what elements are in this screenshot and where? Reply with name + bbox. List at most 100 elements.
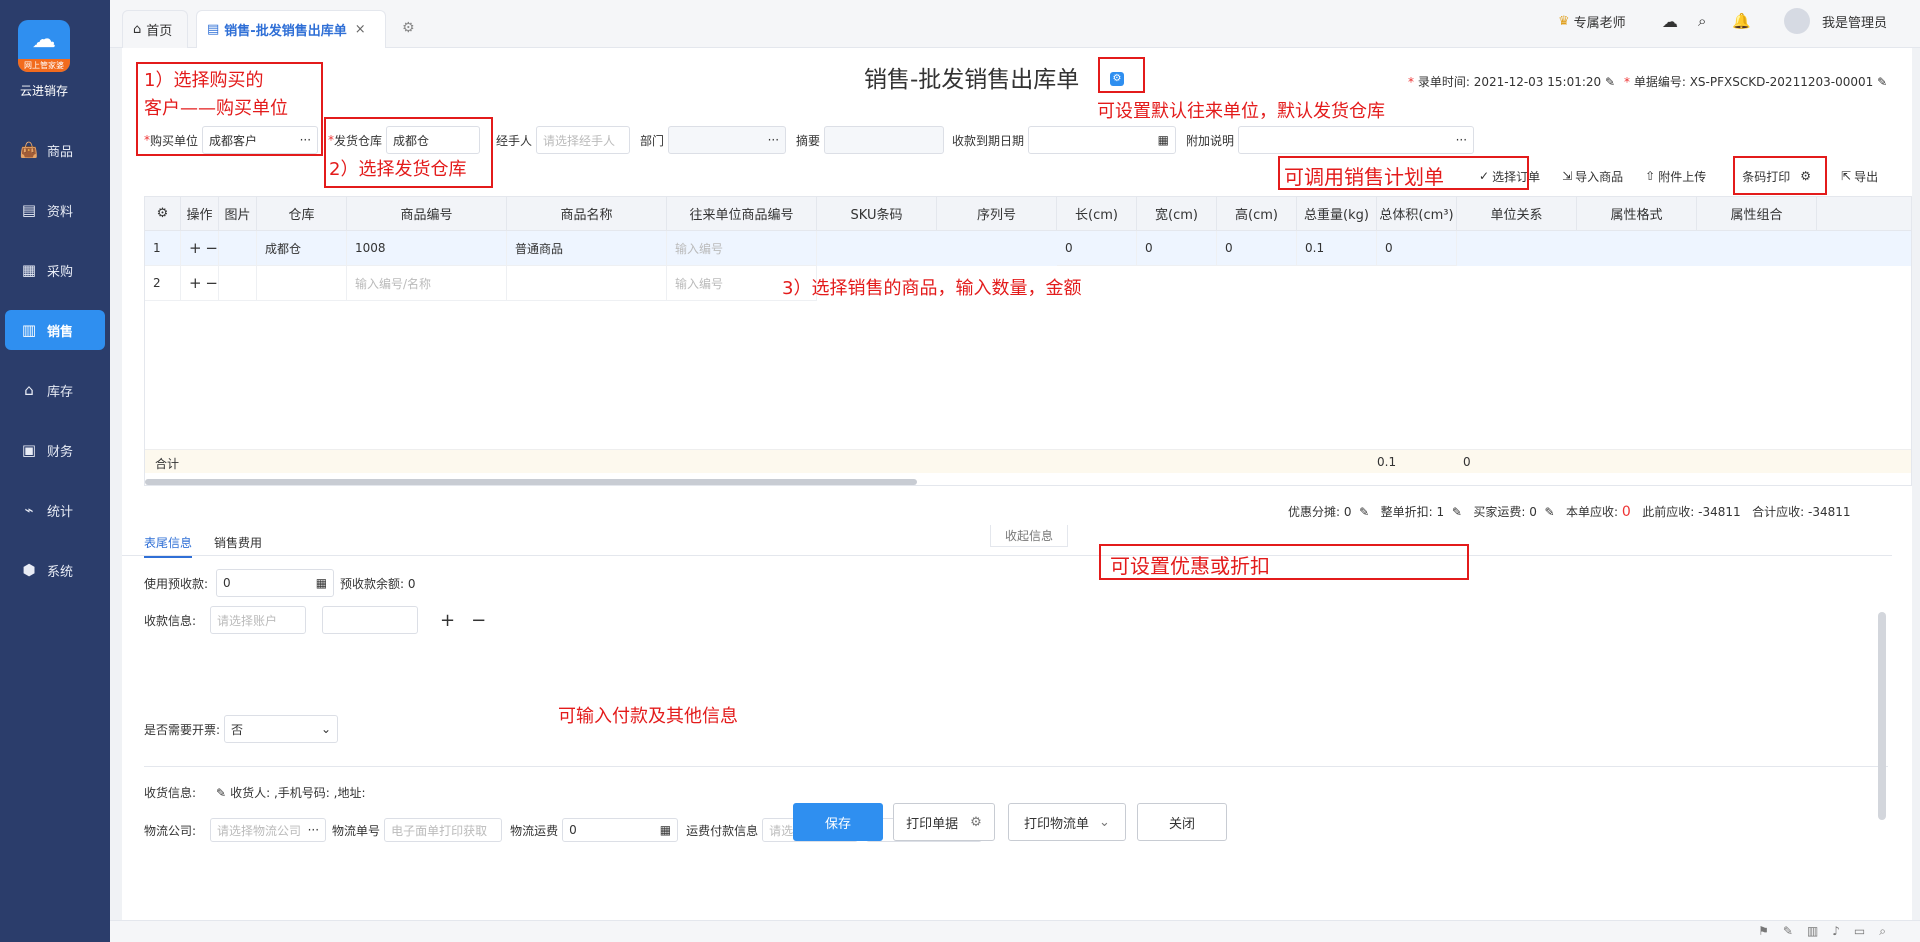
invoice-label: 是否需要开票: bbox=[144, 722, 221, 737]
cell-len[interactable]: 0 bbox=[1057, 231, 1137, 266]
more-icon[interactable]: ··· bbox=[768, 133, 779, 147]
brand-name: 云进销存 bbox=[19, 84, 68, 98]
column-header: 属性组合 bbox=[1697, 197, 1817, 231]
sidebar-item-label: 库存 bbox=[47, 384, 74, 400]
teacher-link[interactable]: ♛ 专属老师 bbox=[1558, 12, 1626, 31]
image-cell[interactable] bbox=[219, 266, 257, 301]
tab-footer-info[interactable]: 表尾信息 bbox=[144, 534, 193, 558]
edit-icon[interactable]: ✎ bbox=[1452, 505, 1462, 519]
user-name[interactable]: 我是管理员 bbox=[1822, 12, 1887, 31]
save-button[interactable]: 保存 bbox=[793, 803, 883, 841]
close-button[interactable]: 关闭 bbox=[1137, 803, 1227, 841]
edit-icon[interactable]: ✎ bbox=[1605, 75, 1615, 89]
sidebar-item-6[interactable]: ⌁ 统计 bbox=[5, 490, 105, 530]
sidebar-item-2[interactable]: ▦ 采购 bbox=[5, 250, 105, 290]
sidebar-item-0[interactable]: 👜 商品 bbox=[5, 130, 105, 170]
column-header: 单位关系 bbox=[1457, 197, 1577, 231]
handler-label: 经手人 bbox=[496, 133, 533, 148]
sidebar-item-1[interactable]: ▤ 资料 bbox=[5, 190, 105, 230]
cloud-download-icon[interactable]: ☁ bbox=[1662, 12, 1678, 31]
remove-icon[interactable]: − bbox=[471, 610, 486, 631]
due-date-input[interactable]: ▦ bbox=[1028, 126, 1177, 154]
edit-icon[interactable]: ✎ bbox=[1545, 505, 1555, 519]
receipt-amount-input[interactable] bbox=[322, 606, 419, 634]
more-icon[interactable]: ··· bbox=[1456, 133, 1467, 147]
sidebar-item-7[interactable]: ⬢ 系统 bbox=[5, 550, 105, 590]
cell-weight[interactable]: 0.1 bbox=[1297, 231, 1377, 266]
tab-home-label: 首页 bbox=[146, 24, 173, 39]
lower-tabs: 表尾信息 销售费用 收起信息 bbox=[122, 525, 1892, 558]
calculator-icon[interactable]: ▦ bbox=[316, 576, 327, 590]
tab-home[interactable]: ⌂ 首页 bbox=[122, 10, 188, 48]
edit-icon[interactable]: ✎ bbox=[1877, 75, 1887, 89]
cell-code[interactable]: 1008 bbox=[347, 231, 507, 266]
row-actions: + − bbox=[181, 231, 219, 266]
search-icon[interactable]: ⌕ bbox=[1698, 12, 1706, 30]
sidebar-item-3[interactable]: ▥ 销售 bbox=[5, 310, 105, 350]
account-select[interactable]: 请选择账户 bbox=[210, 606, 307, 634]
horizontal-scrollbar[interactable] bbox=[145, 479, 917, 485]
close-tab-icon[interactable]: × bbox=[355, 22, 366, 37]
image-cell[interactable] bbox=[219, 231, 257, 266]
cell-wid[interactable]: 0 bbox=[1137, 231, 1217, 266]
tab-current-label: 销售-批发销售出库单 bbox=[224, 24, 347, 39]
tab-sales-expense[interactable]: 销售费用 bbox=[214, 534, 262, 551]
remove-row-icon[interactable]: − bbox=[205, 239, 218, 257]
waybill-input[interactable]: 电子面单打印获取 bbox=[384, 818, 503, 842]
cell-name[interactable] bbox=[507, 266, 667, 301]
collapse-button[interactable]: 收起信息 bbox=[990, 525, 1069, 547]
export-button[interactable]: ⇱ 导出 bbox=[1841, 168, 1878, 185]
print-button[interactable]: 打印单据 ⚙ bbox=[893, 803, 995, 841]
fee-input[interactable]: 0 ▦ bbox=[562, 818, 679, 842]
cell-warehouse[interactable]: 成都仓 bbox=[257, 231, 347, 266]
logistics-placeholder: 请选择物流公司 bbox=[217, 823, 302, 838]
freight-value: 0 bbox=[1529, 504, 1537, 519]
annotation-text-6: 可设置优惠或折扣 bbox=[1110, 554, 1270, 578]
vertical-scrollbar[interactable] bbox=[1878, 612, 1886, 820]
cell-hei[interactable]: 0 bbox=[1217, 231, 1297, 266]
edit-icon[interactable]: ✎ bbox=[216, 786, 226, 800]
logistics-input[interactable]: 请选择物流公司 ··· bbox=[210, 818, 327, 842]
add-icon[interactable]: + bbox=[440, 610, 455, 631]
add-row-icon[interactable]: + bbox=[189, 274, 202, 292]
calculator-icon[interactable]: ▦ bbox=[660, 823, 671, 837]
doc-number: * 单据编号: XS-PFXSCKD-20211203-00001 ✎ bbox=[1624, 75, 1888, 89]
gear-icon[interactable]: ⚙ bbox=[970, 815, 982, 830]
extra-field: 附加说明 ··· bbox=[1186, 126, 1475, 154]
invoice-select[interactable]: 否 ⌄ bbox=[224, 715, 339, 743]
column-header: 仓库 bbox=[257, 197, 347, 231]
tab-current[interactable]: ▤ 销售-批发销售出库单 × bbox=[196, 10, 386, 48]
attach-button[interactable]: ⇧ 附件上传 bbox=[1645, 168, 1706, 185]
cell-partner-code[interactable]: 输入编号 bbox=[667, 231, 817, 266]
add-row-icon[interactable]: + bbox=[189, 239, 202, 257]
remove-row-icon[interactable]: − bbox=[205, 274, 218, 292]
summary-input[interactable] bbox=[824, 126, 945, 154]
annotation-text-7: 可输入付款及其他信息 bbox=[558, 706, 738, 727]
sidebar-item-4[interactable]: ⌂ 库存 bbox=[5, 370, 105, 410]
more-icon[interactable]: ··· bbox=[308, 823, 319, 837]
dept-input[interactable]: ··· bbox=[668, 126, 787, 154]
edit-icon[interactable]: ✎ bbox=[1359, 505, 1369, 519]
cell-warehouse[interactable] bbox=[257, 266, 347, 301]
bell-icon[interactable]: 🔔 bbox=[1732, 12, 1751, 30]
purchase-icon: ▦ bbox=[21, 261, 37, 279]
calendar-icon[interactable]: ▦ bbox=[1158, 133, 1169, 147]
import-button[interactable]: ⇲ 导入商品 bbox=[1562, 168, 1623, 185]
cell-code-placeholder[interactable]: 输入编号/名称 bbox=[347, 266, 507, 301]
cell-name[interactable]: 普通商品 bbox=[507, 231, 667, 266]
avatar[interactable] bbox=[1784, 8, 1810, 34]
handler-input[interactable]: 请选择经手人 bbox=[536, 126, 631, 154]
sidebar-item-5[interactable]: ▣ 财务 bbox=[5, 430, 105, 470]
annotation-text-2: 2）选择发货仓库 bbox=[329, 159, 467, 180]
tab-settings-icon[interactable]: ⚙ bbox=[402, 20, 415, 36]
print-logistics-button[interactable]: 打印物流单 ⌄ bbox=[1008, 803, 1126, 841]
column-settings-icon[interactable]: ⚙ bbox=[145, 197, 181, 231]
extra-label: 附加说明 bbox=[1186, 133, 1235, 148]
row-actions: + − bbox=[181, 266, 219, 301]
invoice-row: 是否需要开票: 否 ⌄ bbox=[144, 715, 339, 743]
status-tray-icons[interactable]: ⚑✎▥♪▭⌕ bbox=[1758, 924, 1900, 939]
extra-input[interactable]: ··· bbox=[1238, 126, 1475, 154]
prepay-input[interactable]: 0 ▦ bbox=[216, 569, 335, 597]
cell-vol[interactable]: 0 bbox=[1377, 231, 1457, 266]
row-number: 1 bbox=[145, 231, 181, 266]
